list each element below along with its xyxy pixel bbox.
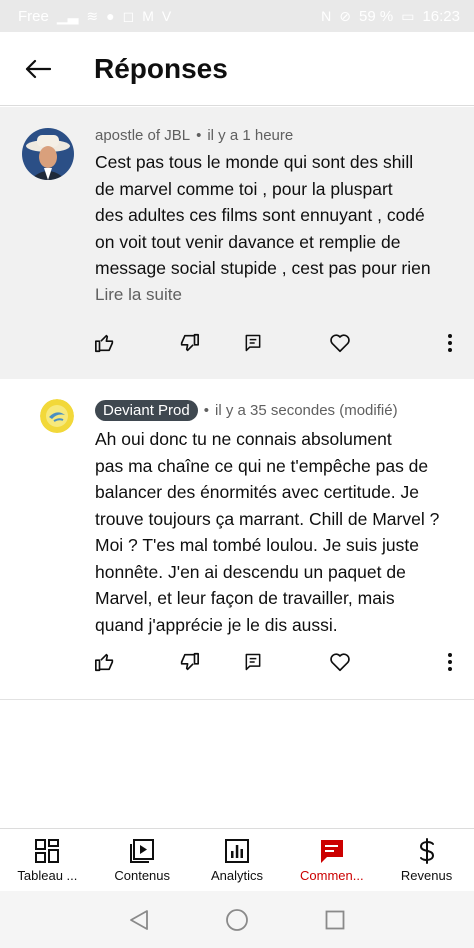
nav-dashboard[interactable]: Tableau ... (0, 829, 95, 891)
comment-line: quand j'apprécie je le dis aussi. (95, 614, 338, 635)
thumbs-up-icon (95, 653, 114, 672)
comments-icon (320, 840, 343, 863)
comment-line: message social stupide , cest pas pour r… (95, 258, 431, 278)
like-button[interactable] (91, 329, 119, 357)
dislike-button[interactable] (175, 648, 203, 676)
thumbs-down-icon (180, 333, 199, 352)
nav-label: Commen... (300, 868, 364, 883)
carrier-label: Free (18, 7, 49, 25)
battery-icon: ▭ (401, 7, 415, 24)
reply-icon (245, 653, 261, 671)
read-more-link[interactable]: Lire la suite (95, 285, 182, 305)
comment-actions (0, 329, 474, 369)
comment-line: des adultes ces films sont ennuyant , co… (95, 205, 425, 225)
twitter-icon: ● (106, 8, 115, 24)
gmail-icon: M (142, 8, 154, 24)
dislike-button[interactable] (175, 329, 203, 357)
creator-badge[interactable]: Deviant Prod (95, 400, 198, 421)
comment-parent: apostle of JBL • il y a 1 heure Cest pas… (0, 107, 474, 379)
mute-icon: ⊘ (339, 7, 352, 24)
meta-separator: • (203, 402, 209, 419)
comment-time: il y a 1 heure (207, 127, 294, 144)
comment-time: il y a 35 secondes (modifié) (214, 402, 398, 419)
comment-text: Ah oui donc tu ne connais absolument pas… (95, 426, 455, 638)
bottom-navigation: Tableau ... Contenus Analytics Commen...… (0, 828, 474, 891)
channel-avatar[interactable] (40, 399, 74, 433)
comment-line: pas ma chaîne ce qui ne t'empêche pas de (95, 455, 429, 476)
thumbs-up-icon (95, 334, 114, 353)
page-title: Réponses (94, 52, 228, 84)
reply-button[interactable] (239, 648, 267, 676)
comment-text: Cest pas tous le monde qui sont des shil… (95, 149, 455, 282)
system-recents-button[interactable] (321, 906, 349, 934)
comment-line: de marvel comme toi , pour la pluspart (95, 178, 393, 199)
nav-label: Contenus (114, 868, 171, 883)
channel-logo-icon (40, 399, 74, 433)
instagram-icon: ◻ (122, 7, 135, 24)
thumbs-down-icon (180, 652, 199, 671)
comment-line: balancer des énormités avec certitude. J… (95, 482, 419, 502)
wifi-icon: ≋ (86, 7, 99, 24)
more-vert-icon (448, 334, 452, 352)
back-button[interactable] (18, 49, 58, 89)
nav-label: Revenus (400, 868, 453, 883)
like-button[interactable] (91, 648, 119, 676)
heart-icon (330, 653, 350, 672)
comment-meta: apostle of JBL • il y a 1 heure (95, 127, 293, 144)
square-recents-icon (325, 910, 345, 929)
system-home-button[interactable] (223, 906, 251, 934)
reply-button[interactable] (239, 329, 267, 357)
nav-label: Tableau ... (17, 868, 78, 883)
comment-line: Ah oui donc tu ne connais absolument (95, 429, 392, 449)
heart-icon (330, 334, 350, 353)
comment-line: Moi ? T'es mal tombé loulou. Je suis jus… (95, 535, 419, 555)
system-back-button[interactable] (125, 906, 153, 934)
triangle-back-icon (130, 909, 148, 930)
dollar-icon (419, 838, 434, 864)
more-options-button[interactable] (436, 648, 464, 676)
nav-content[interactable]: Contenus (95, 829, 190, 891)
battery-percent: 59 % (359, 7, 394, 25)
more-options-button[interactable] (436, 329, 464, 357)
analytics-icon (224, 839, 249, 863)
heart-button[interactable] (326, 648, 354, 676)
signal-icon: ▁▃ (56, 7, 79, 24)
avatar[interactable] (22, 128, 74, 180)
user-avatar-image (22, 128, 74, 180)
comment-reply: Deviant Prod • il y a 35 secondes (modif… (0, 380, 474, 700)
reply-icon (245, 334, 261, 352)
comment-author[interactable]: apostle of JBL (95, 127, 190, 144)
heart-button[interactable] (326, 329, 354, 357)
comment-line: on voit tout venir davance et remplie de (95, 231, 401, 252)
comment-line: Marvel, et leur façon de travailler, mai… (95, 588, 395, 608)
content-icon (130, 839, 155, 863)
app-bar: Réponses (0, 32, 474, 106)
dashboard-icon (35, 839, 60, 863)
clock: 16:23 (422, 7, 460, 25)
comment-actions (0, 648, 474, 688)
app-icon: V (161, 8, 172, 24)
nav-label: Analytics (210, 868, 263, 883)
comment-line: honnête. J'en ai descendu un paquet de (95, 561, 406, 582)
circle-home-icon (226, 908, 248, 931)
comment-line: trouve toujours ça marrant. Chill de Mar… (95, 508, 440, 529)
system-navigation (0, 891, 474, 948)
meta-separator: • (196, 127, 202, 144)
nav-comments[interactable]: Commen... (284, 829, 379, 891)
comment-meta: Deviant Prod • il y a 35 secondes (modif… (95, 400, 398, 421)
back-arrow-icon (25, 59, 51, 78)
nav-revenue[interactable]: Revenus (379, 829, 474, 891)
more-vert-icon (448, 653, 452, 671)
status-bar: Free ▁▃ ≋ ● ◻ M V N ⊘ 59 % ▭ 16:23 (0, 0, 474, 32)
comment-line: Cest pas tous le monde qui sont des shil… (95, 152, 414, 172)
nav-analytics[interactable]: Analytics (190, 829, 285, 891)
nfc-icon: N (321, 8, 332, 24)
